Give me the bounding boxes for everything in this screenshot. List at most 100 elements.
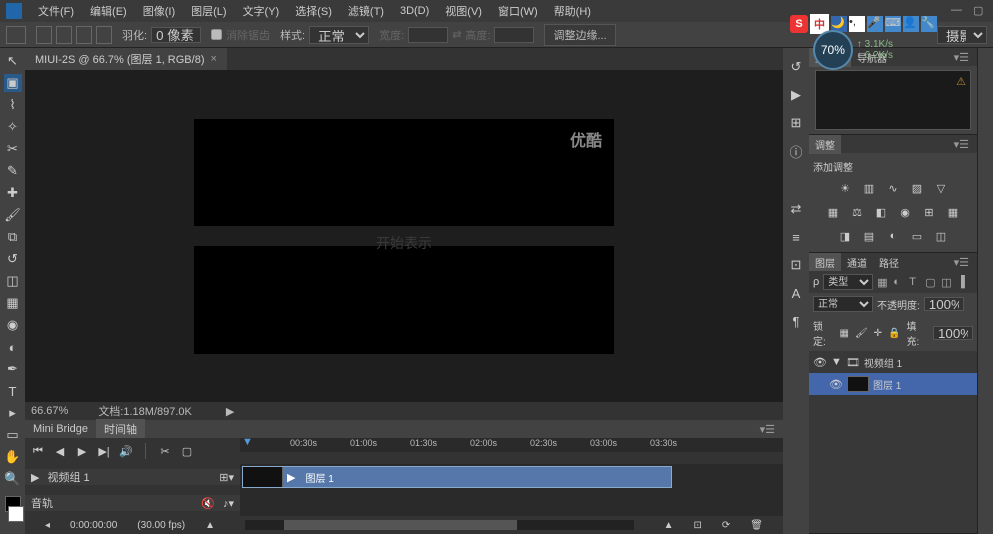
adj-curves-icon[interactable]: ∿ xyxy=(885,180,901,196)
adj-exposure-icon[interactable]: ▨ xyxy=(909,180,925,196)
dock-actions-icon[interactable]: ▶ xyxy=(787,86,805,104)
visibility-icon[interactable]: 👁 xyxy=(829,378,843,391)
timeline-flyout-icon[interactable]: ▾☰ xyxy=(752,423,783,436)
adj-vibrance-icon[interactable]: ▽ xyxy=(933,180,949,196)
lock-position-icon[interactable]: ✛ xyxy=(874,328,882,339)
adj-lookup-icon[interactable]: ▦ xyxy=(945,204,961,220)
blend-mode-select[interactable]: 正常 xyxy=(813,296,873,312)
timeline-first-frame-icon[interactable]: ⏮ xyxy=(31,444,45,458)
width-input[interactable] xyxy=(408,27,448,43)
track-expand-icon[interactable]: ▶ xyxy=(31,471,39,484)
timeline-audio-icon[interactable]: 🔊 xyxy=(119,444,133,458)
sogou-icon[interactable]: S xyxy=(790,15,808,33)
group-expand-icon[interactable]: ▼ xyxy=(831,356,842,368)
lock-pixels-icon[interactable]: 🖌 xyxy=(855,328,868,339)
canvas-area[interactable]: 优酷 开始表示 xyxy=(25,70,783,402)
menu-image[interactable]: 图像(I) xyxy=(137,1,181,21)
swap-icon[interactable]: ⇄ xyxy=(452,28,461,41)
menu-select[interactable]: 选择(S) xyxy=(289,1,338,21)
lock-all-icon[interactable]: 🔒 xyxy=(888,328,900,339)
timeline-convert-icon[interactable]: ⊡ xyxy=(694,520,702,531)
adjustments-tab-label[interactable]: 调整 xyxy=(809,135,841,154)
dock-clone-icon[interactable]: A xyxy=(787,284,805,302)
timeline-ruler[interactable]: ▼ 00:30s 01:00s 01:30s 02:00s 02:30s 03:… xyxy=(240,438,783,452)
dock-paragraph-icon[interactable]: ≡ xyxy=(787,228,805,246)
document-tab[interactable]: MIUI-2S @ 66.7% (图层 1, RGB/8) × xyxy=(25,48,227,70)
timeline-zoom-slider-min-icon[interactable]: ▲ xyxy=(205,520,215,531)
timeline-trash-icon[interactable]: 🗑 xyxy=(750,520,763,531)
timeline-split-icon[interactable]: ✂ xyxy=(158,444,172,458)
eyedropper-tool-icon[interactable]: ✎ xyxy=(4,162,22,180)
menu-filter[interactable]: 滤镜(T) xyxy=(342,1,390,21)
menu-file[interactable]: 文件(F) xyxy=(32,1,80,21)
menu-view[interactable]: 视图(V) xyxy=(439,1,488,21)
workspace-select[interactable]: 摄影 xyxy=(937,26,987,44)
minimize-button[interactable]: — xyxy=(951,4,965,18)
adj-gradientmap-icon[interactable]: ▭ xyxy=(909,228,925,244)
style-select[interactable]: 正常 xyxy=(309,26,369,44)
rectangle-tool-icon[interactable]: ▭ xyxy=(4,426,22,444)
antialias-checkbox[interactable] xyxy=(211,29,222,40)
audio-mute-icon[interactable]: 🔇 xyxy=(201,497,215,510)
menu-edit[interactable]: 编辑(E) xyxy=(84,1,133,21)
channels-tab-label[interactable]: 通道 xyxy=(841,253,873,272)
histogram-flyout-icon[interactable]: ▾☰ xyxy=(946,51,977,64)
filter-pixel-icon[interactable]: ▦ xyxy=(877,276,889,288)
pen-tool-icon[interactable]: ✒ xyxy=(4,360,22,378)
tool-preset-icon[interactable] xyxy=(6,26,26,44)
magic-wand-tool-icon[interactable]: ✧ xyxy=(4,118,22,136)
timeline-next-frame-icon[interactable]: ▶| xyxy=(97,444,111,458)
timeline-tab[interactable]: 时间轴 xyxy=(96,419,145,439)
menu-window[interactable]: 窗口(W) xyxy=(492,1,544,21)
fill-input[interactable] xyxy=(933,326,973,340)
marquee-tool-icon[interactable]: ▣ xyxy=(4,74,22,92)
layers-flyout-icon[interactable]: ▾☰ xyxy=(946,256,977,269)
lock-transparent-icon[interactable]: ▦ xyxy=(840,328,849,339)
filter-adjust-icon[interactable]: ◐ xyxy=(893,276,905,288)
adj-levels-icon[interactable]: ▥ xyxy=(861,180,877,196)
hand-tool-icon[interactable]: ✋ xyxy=(4,448,22,466)
adj-hue-icon[interactable]: ▦ xyxy=(825,204,841,220)
visibility-icon[interactable]: 👁 xyxy=(813,356,827,369)
adj-threshold-icon[interactable]: ◐ xyxy=(885,228,901,244)
eraser-tool-icon[interactable]: ◫ xyxy=(4,272,22,290)
doc-info[interactable]: 文档:1.18M/897.0K xyxy=(98,403,192,419)
mini-bridge-tab[interactable]: Mini Bridge xyxy=(25,421,96,437)
adj-photofilter-icon[interactable]: ◉ xyxy=(897,204,913,220)
timeline-clip[interactable]: ▶ 图层 1 xyxy=(242,466,672,488)
blur-tool-icon[interactable]: ◉ xyxy=(4,316,22,334)
dock-character-icon[interactable]: ⇄ xyxy=(787,200,805,218)
clone-stamp-tool-icon[interactable]: ⧉ xyxy=(4,228,22,246)
gradient-tool-icon[interactable]: ▦ xyxy=(4,294,22,312)
layers-tab-label[interactable]: 图层 xyxy=(809,253,841,272)
history-brush-tool-icon[interactable]: ↺ xyxy=(4,250,22,268)
layer-row[interactable]: 👁 图层 1 xyxy=(809,373,977,395)
menu-type[interactable]: 文字(Y) xyxy=(237,1,286,21)
feather-input[interactable] xyxy=(151,27,201,43)
filter-type-icon[interactable]: T xyxy=(909,276,921,288)
filter-shape-icon[interactable]: ▢ xyxy=(925,276,937,288)
dock-info-icon[interactable]: ⓘ xyxy=(787,142,805,160)
close-tab-icon[interactable]: × xyxy=(211,53,217,65)
clip-expand-icon[interactable]: ▶ xyxy=(283,471,299,484)
taskbar-wrench-icon[interactable]: 🔧 xyxy=(921,16,937,32)
timeline-prev-frame-icon[interactable]: ◀ xyxy=(53,444,67,458)
opacity-input[interactable] xyxy=(924,297,964,311)
selection-subtract-icon[interactable] xyxy=(76,26,92,44)
menu-3d[interactable]: 3D(D) xyxy=(394,3,435,19)
timeline-render-icon[interactable]: ⟳ xyxy=(722,520,730,531)
dock-history-icon[interactable]: ↺ xyxy=(787,58,805,76)
adjustments-flyout-icon[interactable]: ▾☰ xyxy=(946,138,977,151)
adj-mixer-icon[interactable]: ⊞ xyxy=(921,204,937,220)
track-filmstrip-icon[interactable]: ⊞▾ xyxy=(219,471,234,484)
adj-brightness-icon[interactable]: ☀ xyxy=(837,180,853,196)
type-tool-icon[interactable]: T xyxy=(4,382,22,400)
move-tool-icon[interactable]: ↖ xyxy=(4,52,22,70)
timeline-scrollbar[interactable] xyxy=(245,520,634,530)
adj-posterize-icon[interactable]: ▤ xyxy=(861,228,877,244)
menu-layer[interactable]: 图层(L) xyxy=(185,1,232,21)
selection-new-icon[interactable] xyxy=(36,26,52,44)
adj-selective-icon[interactable]: ◫ xyxy=(933,228,949,244)
adj-invert-icon[interactable]: ◨ xyxy=(837,228,853,244)
timeline-zoom-out-icon[interactable]: ◂ xyxy=(45,520,50,531)
